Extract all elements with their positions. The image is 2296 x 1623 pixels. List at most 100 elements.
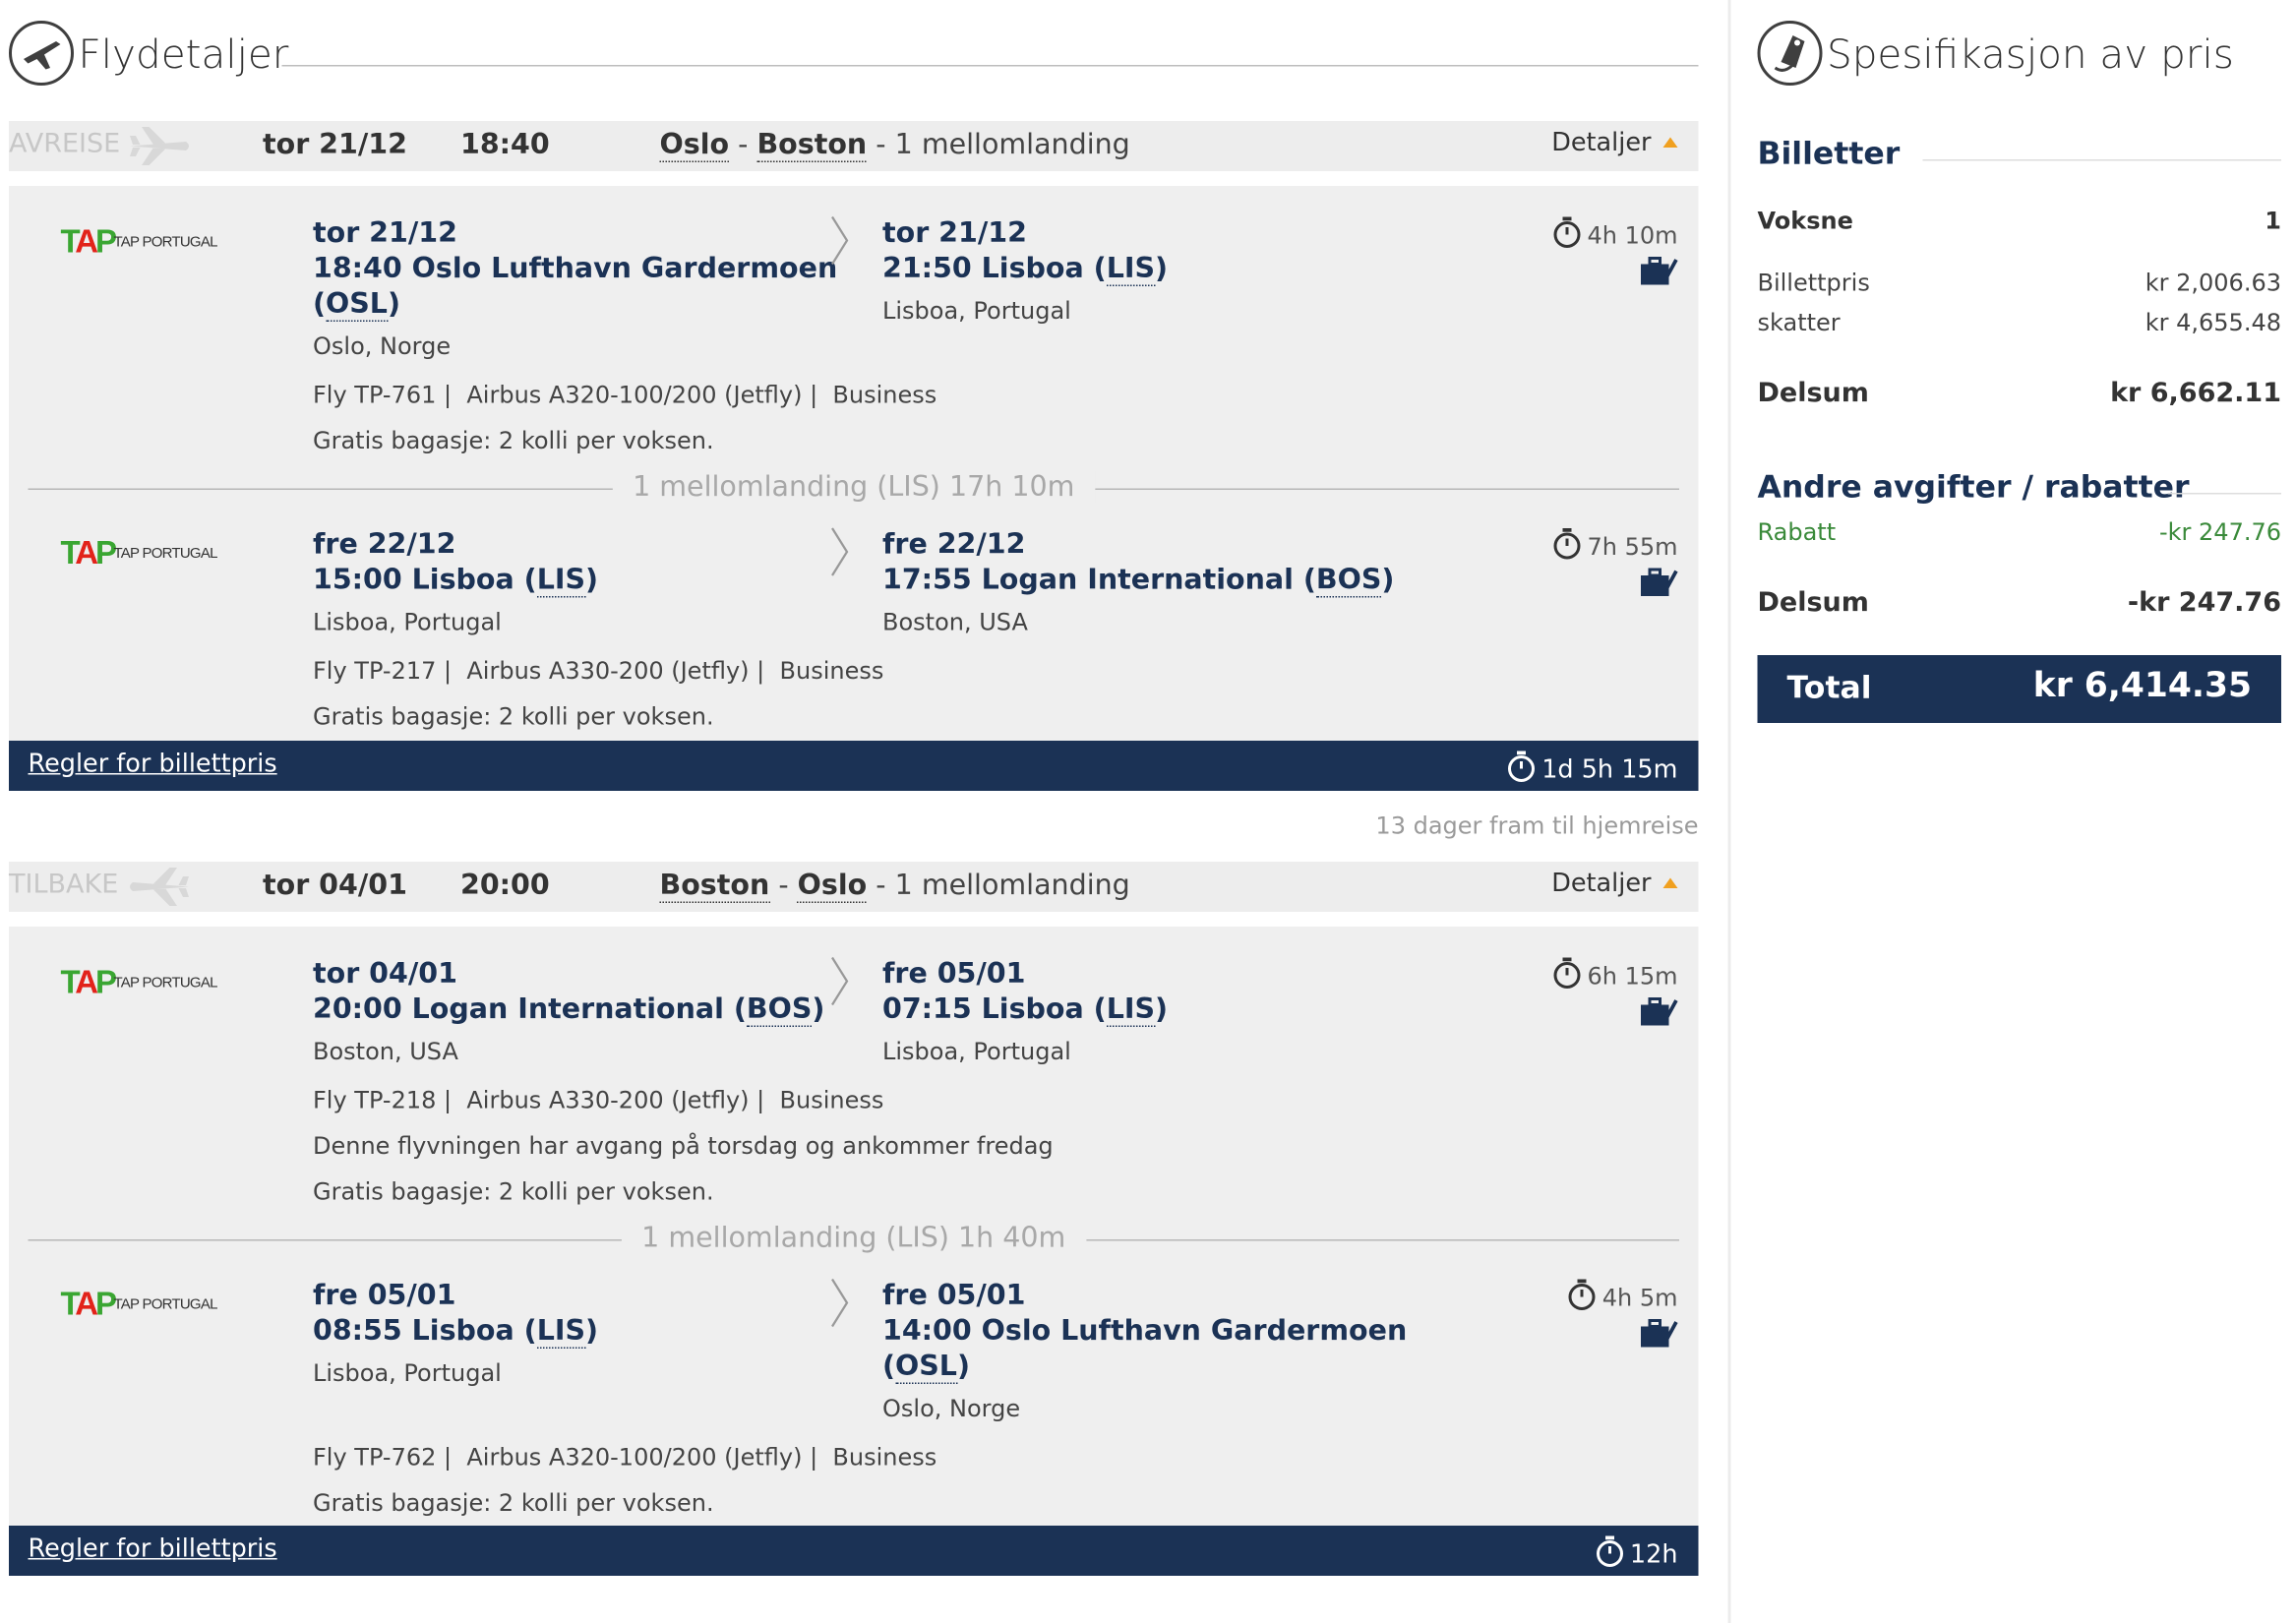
- route-from: Oslo: [659, 128, 730, 162]
- trip-segments-return: TAP TAP PORTUGAL tor 04/01 20:00 Logan In…: [9, 927, 1699, 1526]
- layover-label: 1 mellomlanding (LIS) 1h 40m: [621, 1222, 1087, 1254]
- caret-up-icon: [1662, 877, 1678, 888]
- stopwatch-icon: [1596, 1535, 1623, 1567]
- trip-segments-outbound: TAP TAP PORTUGAL tor 21/12 18:40 Oslo Luf…: [9, 186, 1699, 741]
- route-to: Boston: [756, 128, 868, 162]
- arrival-date: tor 21/12: [882, 216, 1027, 250]
- trip-footer-return: Regler for billettpris 12h: [9, 1526, 1699, 1576]
- heading-divider: [2167, 493, 2281, 495]
- arrival-date: fre 22/12: [882, 528, 1026, 561]
- departure-date: fre 22/12: [313, 528, 456, 561]
- baggage-info: Gratis bagasje: 2 kolli per voksen.: [313, 1177, 714, 1206]
- departure: fre 22/12 15:00 Lisboa (LIS) Lisboa, Por…: [313, 527, 598, 636]
- arrival-city: Lisboa, Portugal: [882, 296, 1071, 326]
- trip-total-duration: 1d 5h 15m: [1506, 750, 1678, 785]
- airport-code[interactable]: LIS: [1106, 992, 1156, 1027]
- fare-rules-link[interactable]: Regler for billettpris: [29, 750, 277, 779]
- baggage-icon: [1641, 997, 1678, 1026]
- route-from: Boston: [659, 869, 770, 903]
- segment-duration: 6h 15m: [1551, 956, 1678, 991]
- flight-info: Fly TP-761 | Airbus A320-100/200 (Jetfly…: [313, 381, 937, 409]
- trip-route: Oslo - Boston - 1 mellomlanding: [659, 128, 1130, 162]
- other-subtotal-row: Delsum -kr 247.76: [1757, 587, 2282, 619]
- stopwatch-icon: [1507, 751, 1535, 782]
- other-fees-heading: Andre avgifter / rabatter: [1758, 454, 2281, 513]
- airport-code[interactable]: LIS: [536, 1314, 586, 1349]
- airline-logo: TAP TAP PORTUGAL: [60, 963, 218, 1000]
- airline-logo: TAP TAP PORTUGAL: [60, 222, 218, 260]
- fare-rules-link[interactable]: Regler for billettpris: [29, 1534, 277, 1564]
- adults-row: Voksne 1: [1757, 207, 2282, 235]
- plane-icon: [127, 865, 192, 917]
- details-toggle[interactable]: Detaljer: [1551, 129, 1678, 158]
- total-amount: kr 6,414.35: [2032, 667, 2252, 705]
- airport-code[interactable]: BOS: [1315, 564, 1382, 598]
- trip-direction: AVREISE: [9, 128, 121, 160]
- page-title: Flydetaljer: [78, 32, 289, 79]
- plane-icon: [127, 124, 192, 176]
- departure-city: Boston, USA: [313, 1037, 458, 1066]
- tickets-heading: Billetter: [1758, 121, 2281, 180]
- airport-code[interactable]: LIS: [536, 564, 586, 598]
- price-title: Spesifikasjon av pris: [1827, 32, 2234, 79]
- arrival-city: Lisboa, Portugal: [882, 1037, 1071, 1066]
- details-toggle[interactable]: Detaljer: [1551, 870, 1678, 899]
- departure: fre 05/01 08:55 Lisboa (LIS) Lisboa, Por…: [313, 1278, 598, 1388]
- arrival-city: Oslo, Norge: [882, 1394, 1021, 1423]
- baggage-icon: [1641, 1319, 1678, 1348]
- plane-circle-icon: [9, 21, 74, 86]
- flight-details-header: Flydetaljer: [9, 0, 1699, 121]
- baggage-info: Gratis bagasje: 2 kolli per voksen.: [313, 702, 714, 731]
- trip-footer-outbound: Regler for billettpris 1d 5h 15m: [9, 741, 1699, 791]
- trip-route: Boston - Oslo - 1 mellomlanding: [659, 869, 1130, 903]
- segment-duration: 4h 5m: [1567, 1278, 1678, 1312]
- arrival-city: Boston, USA: [882, 608, 1028, 636]
- flight-info: Fly TP-218 | Airbus A330-200 (Jetfly) | …: [313, 1086, 884, 1114]
- airport-code[interactable]: OSL: [895, 1350, 957, 1384]
- discount-row: Rabatt -kr 247.76: [1757, 517, 2282, 547]
- departure-airport: 18:40 Oslo Lufthavn Gardermoen (OSL): [313, 252, 838, 322]
- airline-logo: TAP TAP PORTUGAL: [60, 534, 218, 571]
- trip-time: 20:00: [460, 869, 550, 902]
- route-to: Oslo: [797, 869, 868, 903]
- trip-date: tor 21/12: [263, 128, 407, 161]
- departure-city: Oslo, Norge: [313, 331, 452, 361]
- departure: tor 04/01 20:00 Logan International (BOS…: [313, 956, 825, 1066]
- ticket-price-row: Billettpris kr 2,006.63: [1757, 269, 2282, 297]
- caret-up-icon: [1662, 137, 1678, 148]
- arrival: fre 22/12 17:55 Logan International (BOS…: [882, 527, 1394, 636]
- airport-code[interactable]: OSL: [326, 287, 388, 322]
- baggage-info: Gratis bagasje: 2 kolli per voksen.: [313, 1488, 714, 1518]
- taxes-row: skatter kr 4,655.48: [1757, 308, 2282, 337]
- price-header: Spesifikasjon av pris: [1757, 0, 2282, 121]
- chevron-right-icon: [831, 956, 849, 1006]
- departure-date: tor 21/12: [313, 216, 457, 250]
- flight-note: Denne flyvningen har avgang på torsdag o…: [313, 1131, 1054, 1161]
- arrival-date: fre 05/01: [882, 957, 1026, 991]
- heading-divider: [1922, 159, 2281, 161]
- stopwatch-icon: [1552, 528, 1580, 560]
- stopwatch-icon: [1568, 1279, 1596, 1310]
- airport-code[interactable]: LIS: [1106, 252, 1156, 286]
- arrival-airport: 07:15 Lisboa (LIS): [882, 992, 1169, 1027]
- total-label: Total: [1786, 670, 1872, 705]
- arrival-date: fre 05/01: [882, 1279, 1026, 1312]
- departure-date: fre 05/01: [313, 1279, 456, 1312]
- airport-code[interactable]: BOS: [746, 992, 813, 1027]
- departure-airport: 20:00 Logan International (BOS): [313, 992, 825, 1027]
- trip-time: 18:40: [460, 128, 550, 161]
- arrival: fre 05/01 07:15 Lisboa (LIS) Lisboa, Por…: [882, 956, 1169, 1066]
- chevron-right-icon: [831, 215, 849, 266]
- arrival-airport: 14:00 Oslo Lufthavn Gardermoen (OSL): [882, 1314, 1408, 1384]
- total-box: Total kr 6,414.35: [1757, 655, 2281, 723]
- trip-date: tor 04/01: [263, 869, 407, 902]
- chevron-right-icon: [831, 527, 849, 576]
- airline-logo: TAP TAP PORTUGAL: [60, 1285, 218, 1322]
- segment-duration: 4h 10m: [1551, 215, 1678, 250]
- arrival: tor 21/12 21:50 Lisboa (LIS) Lisboa, Por…: [882, 215, 1169, 326]
- arrival-airport: 21:50 Lisboa (LIS): [882, 252, 1169, 286]
- trip-summary-outbound: AVREISE tor 21/12 18:40 Oslo - Boston - …: [9, 121, 1699, 171]
- departure: tor 21/12 18:40 Oslo Lufthavn Gardermoen…: [313, 215, 838, 361]
- stopwatch-icon: [1552, 957, 1580, 989]
- trip-total-duration: 12h: [1595, 1534, 1678, 1570]
